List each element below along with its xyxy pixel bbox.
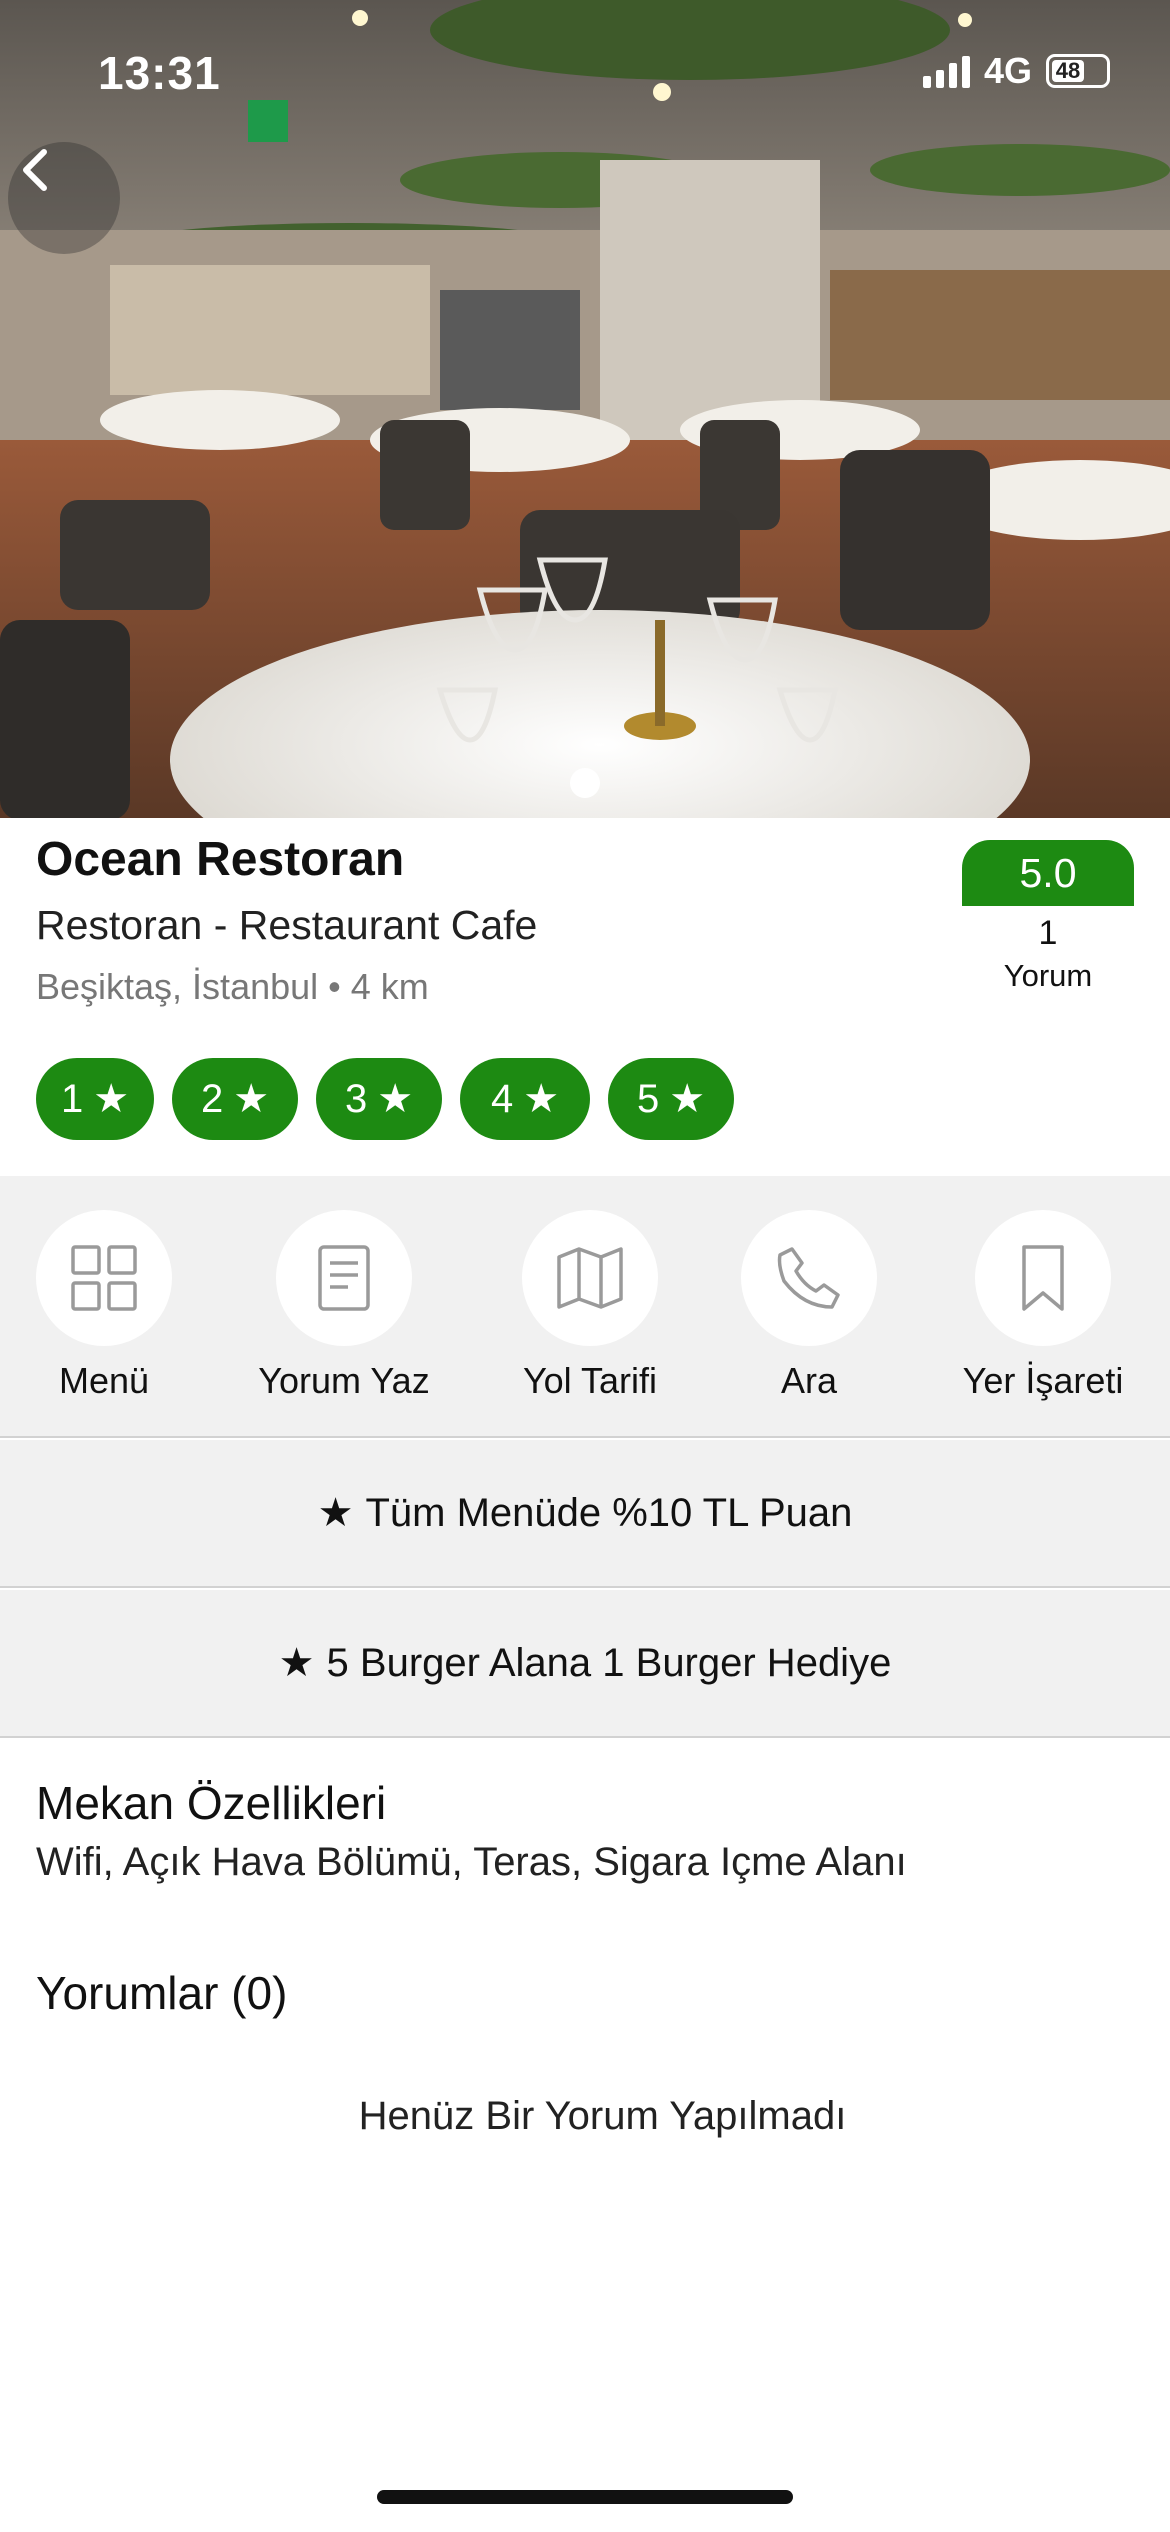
back-button[interactable] [8,142,120,254]
network-type: 4G [983,50,1032,91]
features-title: Mekan Özellikleri [36,1777,387,1829]
review-count: 1 [1038,914,1058,952]
star-icon: ★ [278,1641,315,1685]
restaurant-info: Ocean Restoran Restoran - Restaurant Caf… [0,818,1170,1176]
action-label: Menü [58,1360,150,1401]
status-indicators: 4G 48 [922,50,1110,92]
gallery-page-indicator [570,768,600,798]
rating-filter-label: 4 [490,1076,514,1121]
star-icon: ★ [523,1077,560,1121]
bookmark-button[interactable]: Yer İşareti [923,1210,1163,1402]
battery-icon: 48 [1046,54,1110,88]
bookmark-icon [1022,1245,1064,1311]
rating-filter-label: 1 [60,1076,84,1121]
action-label: Yol Tarifi [522,1360,658,1401]
rating-filter-3[interactable]: 3 ★ [316,1058,442,1140]
menu-button[interactable]: Menü [0,1210,224,1402]
directions-button[interactable]: Yol Tarifi [470,1210,710,1402]
action-label: Yorum Yaz [258,1360,430,1401]
promotion-item[interactable]: ★ Tüm Menüde %10 TL Puan [0,1440,1170,1588]
status-time: 13:31 [98,47,221,99]
rating-filter-2[interactable]: 2 ★ [172,1058,298,1140]
review-count-label: Yorum [1003,958,1093,993]
rating-filter-label: 2 [200,1076,224,1121]
rating-filter-label: 5 [636,1076,660,1121]
home-indicator[interactable] [377,2490,793,2504]
document-icon [318,1245,370,1311]
action-circle [522,1210,658,1346]
grid-icon [71,1245,137,1311]
star-icon: ★ [669,1077,706,1121]
write-review-button[interactable]: Yorum Yaz [224,1210,464,1402]
action-circle [741,1210,877,1346]
reviews-empty-text: Henüz Bir Yorum Yapılmadı [358,2094,847,2138]
action-circle [36,1210,172,1346]
action-circle [975,1210,1111,1346]
star-icon: ★ [317,1491,354,1535]
promotion-item[interactable]: ★ 5 Burger Alana 1 Burger Hediye [0,1590,1170,1738]
rating-filter-4[interactable]: 4 ★ [460,1058,590,1140]
restaurant-photo[interactable]: 13:31 4G 48 [0,0,1170,818]
signal-icon [922,54,970,88]
star-icon: ★ [233,1077,270,1121]
promotion-text: Tüm Menüde %10 TL Puan [365,1490,853,1535]
restaurant-location: Beşiktaş, İstanbul • 4 km [36,966,429,1007]
chevron-left-icon [23,149,47,191]
phone-icon [777,1247,840,1309]
battery-level: 48 [1052,58,1084,83]
reviews-title: Yorumlar (0) [36,1967,288,2019]
star-icon: ★ [93,1077,130,1121]
rating-filter-label: 3 [344,1076,368,1121]
features-text: Wifi, Açık Hava Bölümü, Teras, Sigara Iç… [36,1840,907,1884]
call-button[interactable]: Ara [689,1210,929,1402]
map-icon [557,1247,623,1309]
rating-badge: 5.0 [962,840,1134,906]
restaurant-category: Restoran - Restaurant Cafe [36,902,538,948]
star-icon: ★ [377,1077,414,1121]
restaurant-interior-illustration [0,0,1170,818]
action-label: Ara [780,1360,838,1401]
action-circle [276,1210,412,1346]
action-bar: Menü Yorum Yaz Yol Tarifi Ara Yer İşaret… [0,1176,1170,1438]
restaurant-name: Ocean Restoran [36,833,405,886]
action-label: Yer İşareti [962,1360,1124,1401]
promotion-text: 5 Burger Alana 1 Burger Hediye [326,1640,892,1685]
rating-filters: 1 ★ 2 ★ 3 ★ 4 ★ 5 ★ [36,1058,734,1140]
rating-filter-1[interactable]: 1 ★ [36,1058,154,1140]
rating-filter-5[interactable]: 5 ★ [608,1058,734,1140]
